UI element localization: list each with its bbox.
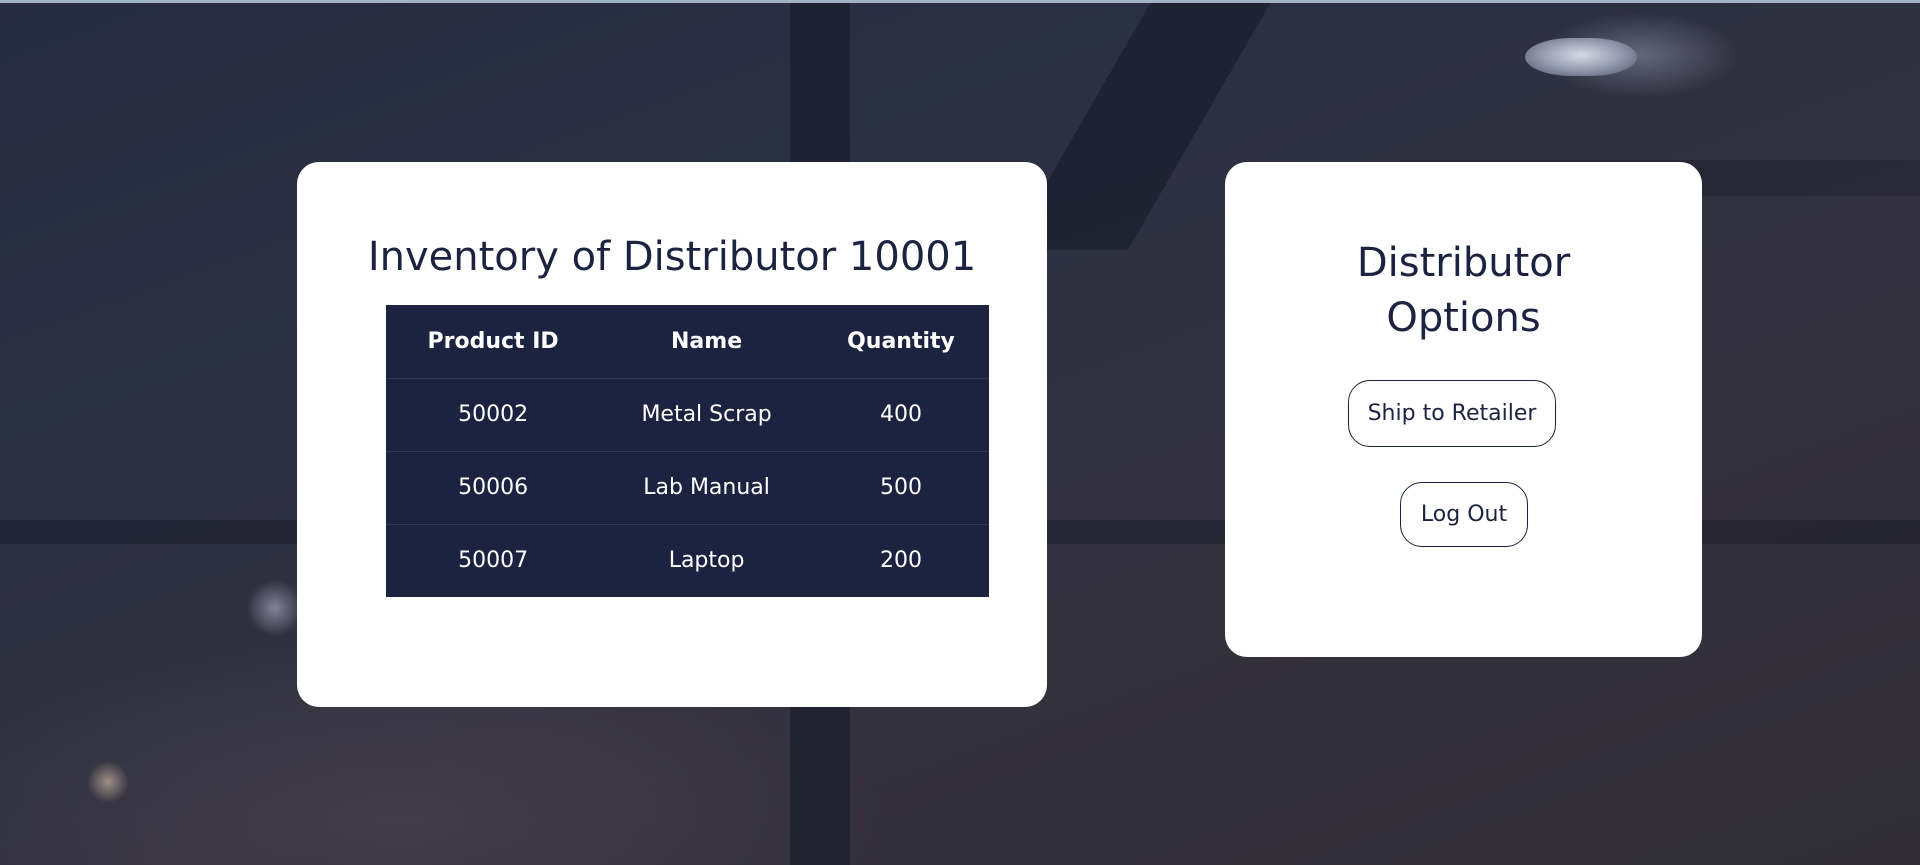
product-name-cell: Laptop	[668, 548, 745, 574]
log-out-button[interactable]: Log Out	[1400, 482, 1528, 547]
options-title: Distributor Options	[1225, 236, 1702, 346]
table-header-row: Product ID Name Quantity	[386, 305, 989, 379]
options-title-line1: Distributor	[1356, 240, 1571, 286]
table-row: 50006 Lab Manual 500	[386, 451, 989, 525]
options-title-line2: Options	[1386, 295, 1541, 341]
product-name-cell: Lab Manual	[600, 451, 813, 525]
product-name-cell: Metal Scrap	[600, 378, 813, 452]
top-accent-line	[0, 0, 1920, 3]
inventory-card: Inventory of Distributor 10001 Product I…	[297, 162, 1047, 707]
table-row: 50002 Metal Scrap 400	[386, 378, 989, 452]
quantity-cell: 200	[879, 548, 922, 574]
product-id-cell: 50007	[458, 548, 529, 574]
product-id-cell: 50006	[386, 451, 601, 525]
distributor-options-card: Distributor Options Ship to Retailer Log…	[1225, 162, 1702, 657]
inventory-title: Inventory of Distributor 10001	[367, 234, 977, 280]
ship-to-retailer-button[interactable]: Ship to Retailer	[1348, 380, 1556, 447]
inventory-table: Product ID Name Quantity 50002 Metal Scr…	[386, 305, 989, 597]
quantity-cell: 500	[812, 451, 989, 525]
product-id-cell: 50002	[386, 378, 601, 452]
column-header-product-id: Product ID	[386, 305, 601, 379]
column-header-quantity: Quantity	[812, 305, 989, 379]
ceiling-lamp	[1525, 38, 1637, 76]
column-header-name: Name	[600, 305, 813, 379]
table-row: 50007 Laptop 200	[386, 524, 989, 597]
quantity-cell: 400	[812, 378, 989, 452]
